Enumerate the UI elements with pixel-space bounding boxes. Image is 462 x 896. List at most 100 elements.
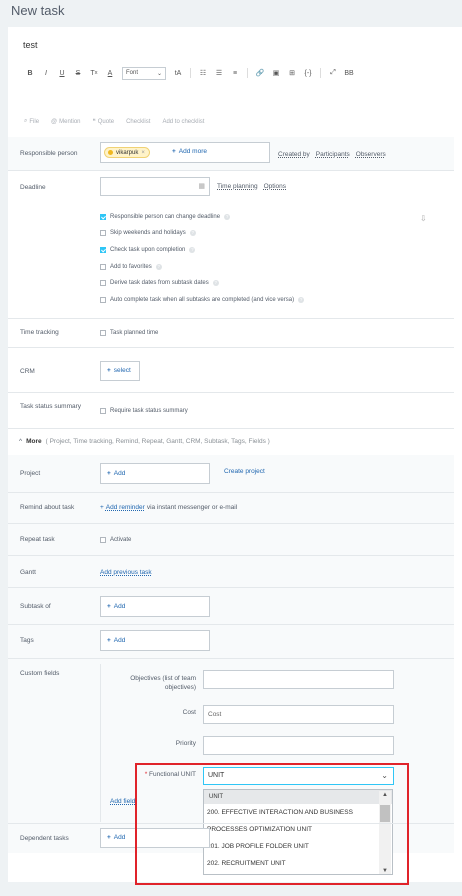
objectives-input[interactable] <box>203 670 394 689</box>
checkbox-label: Task planned time <box>110 330 159 336</box>
help-icon[interactable]: ? <box>224 214 231 220</box>
align-icon[interactable]: ≡ <box>227 66 243 80</box>
add-previous-task-link[interactable]: Add previous task <box>100 569 152 576</box>
time-planning-link[interactable]: Time planning <box>217 183 258 190</box>
more-label: More <box>26 438 42 445</box>
help-icon[interactable]: ? <box>155 264 162 270</box>
status-summary-label: Task status summary <box>20 403 82 410</box>
checklist-button[interactable]: Checklist <box>126 118 150 125</box>
checkbox-can-change-deadline[interactable]: Responsible person can change deadline? <box>100 214 231 220</box>
divider <box>8 555 454 556</box>
checkbox-auto-complete[interactable]: Auto complete task when all subtasks are… <box>100 297 305 303</box>
font-size-button[interactable]: tA <box>170 66 186 80</box>
checkbox[interactable] <box>100 230 106 236</box>
plus-icon: + <box>100 504 104 511</box>
plus-icon: + <box>172 148 176 155</box>
help-icon[interactable]: ? <box>189 230 196 236</box>
created-by-link[interactable]: Created by <box>278 151 310 158</box>
divider <box>8 658 454 659</box>
code-icon[interactable]: {-} <box>300 66 316 80</box>
subtask-field[interactable]: + Add <box>100 596 210 617</box>
ordered-list-icon[interactable]: ☷ <box>195 66 211 80</box>
project-field[interactable]: + Add <box>100 463 210 484</box>
pin-icon[interactable]: ⇩ <box>420 214 427 223</box>
italic-button[interactable]: I <box>38 66 54 80</box>
checkbox[interactable] <box>100 247 106 253</box>
crm-select-button[interactable]: + select <box>100 361 140 381</box>
checkbox-derive-dates[interactable]: Derive task dates from subtask dates? <box>100 280 219 286</box>
checkbox[interactable] <box>100 264 106 270</box>
checkbox[interactable] <box>100 537 106 543</box>
add-more-label: Add more <box>178 148 207 155</box>
fullscreen-icon[interactable]: ⤢ <box>325 66 341 80</box>
cost-input[interactable]: Cost <box>203 705 394 724</box>
checkbox-skip-weekends[interactable]: Skip weekends and holidays? <box>100 230 196 236</box>
create-project-link[interactable]: Create project <box>224 468 265 475</box>
checkbox-require-summary[interactable]: Require task status summary <box>100 408 188 414</box>
tags-field[interactable]: + Add <box>100 630 210 651</box>
participants-link[interactable]: Participants <box>316 151 350 158</box>
add-more-button[interactable]: + Add more <box>166 148 207 155</box>
subtask-label: Subtask of <box>20 603 51 610</box>
divider <box>8 392 454 393</box>
checkbox-add-to-favorites[interactable]: Add to favorites? <box>100 264 162 270</box>
responsible-user-chip[interactable]: vikarpuk × <box>104 147 150 158</box>
responsible-label: Responsible person <box>20 150 78 157</box>
reminder-row: + Add reminder via instant messenger or … <box>100 504 237 511</box>
checkbox[interactable] <box>100 408 106 414</box>
bbcode-icon[interactable]: BB <box>341 66 357 80</box>
chevron-up-icon: ^ <box>19 438 23 445</box>
table-icon[interactable]: ⊞ <box>284 66 300 80</box>
underline-button[interactable]: U <box>54 66 70 80</box>
mention-button[interactable]: @ Mention <box>51 118 80 125</box>
divider <box>8 428 454 429</box>
checkbox[interactable] <box>100 214 106 220</box>
options-link[interactable]: Options <box>264 183 286 190</box>
add-to-checklist-button[interactable]: Add to checklist <box>162 118 204 125</box>
tags-add-button[interactable]: + Add <box>101 637 209 644</box>
cost-label: Cost <box>182 709 196 716</box>
observers-link[interactable]: Observers <box>356 151 386 158</box>
add-reminder-link[interactable]: Add reminder <box>106 504 145 511</box>
reminder-via-text: via instant messenger or e-mail <box>146 504 238 511</box>
custom-fields-label: Custom fields <box>20 670 60 677</box>
checkbox-label: Require task status summary <box>110 408 188 414</box>
checkbox[interactable] <box>100 280 106 286</box>
help-icon[interactable]: ? <box>298 297 305 303</box>
project-add-button[interactable]: + Add <box>101 470 209 477</box>
divider <box>8 347 454 348</box>
subtask-add-button[interactable]: + Add <box>101 603 209 610</box>
file-button[interactable]: ⌕ File <box>24 118 39 125</box>
bold-button[interactable]: B <box>22 66 38 80</box>
calendar-icon[interactable]: ▦ <box>198 182 205 190</box>
checkbox-check-upon-completion[interactable]: Check task upon completion? <box>100 247 196 253</box>
checkbox-activate-repeat[interactable]: Activate <box>100 537 131 543</box>
add-field-link[interactable]: Add field <box>110 798 135 805</box>
checkbox[interactable] <box>100 297 106 303</box>
image-icon[interactable]: ▣ <box>268 66 284 80</box>
priority-input[interactable] <box>203 736 394 755</box>
checkbox-label: Responsible person can change deadline <box>110 214 221 220</box>
link-icon[interactable]: 🔗 <box>252 66 268 80</box>
more-toggle[interactable]: ^ More ( Project, Time tracking, Remind,… <box>19 438 270 445</box>
task-name-input[interactable]: test <box>23 40 38 50</box>
text-color-button[interactable]: A <box>102 66 118 80</box>
dependent-tasks-label: Dependent tasks <box>20 835 69 842</box>
checkbox-label: Skip weekends and holidays <box>110 230 186 236</box>
objectives-label-wrap: Objectives (list of team objectives) <box>110 674 196 694</box>
checkbox[interactable] <box>100 330 106 336</box>
repeat-label: Repeat task <box>20 536 55 543</box>
close-icon[interactable]: × <box>141 150 145 156</box>
bullet-list-icon[interactable]: ☰ <box>211 66 227 80</box>
font-select[interactable]: Font ⌄ <box>122 66 166 80</box>
strikethrough-button[interactable]: S <box>70 66 86 80</box>
help-icon[interactable]: ? <box>189 247 196 253</box>
quote-button[interactable]: ❝ Quote <box>93 118 115 126</box>
editor-toolbar: B I U S Tx A Font ⌄ tA ☷ ☰ ≡ 🔗 ▣ ⊞ {-} ⤢ … <box>22 64 357 82</box>
at-icon: @ <box>51 118 58 125</box>
checkbox-task-planned-time[interactable]: Task planned time <box>100 330 158 336</box>
clear-format-button[interactable]: Tx <box>86 66 102 80</box>
help-icon[interactable]: ? <box>212 280 219 286</box>
deadline-input[interactable]: ▦ <box>100 177 210 196</box>
priority-label-wrap: Priority <box>110 736 196 748</box>
